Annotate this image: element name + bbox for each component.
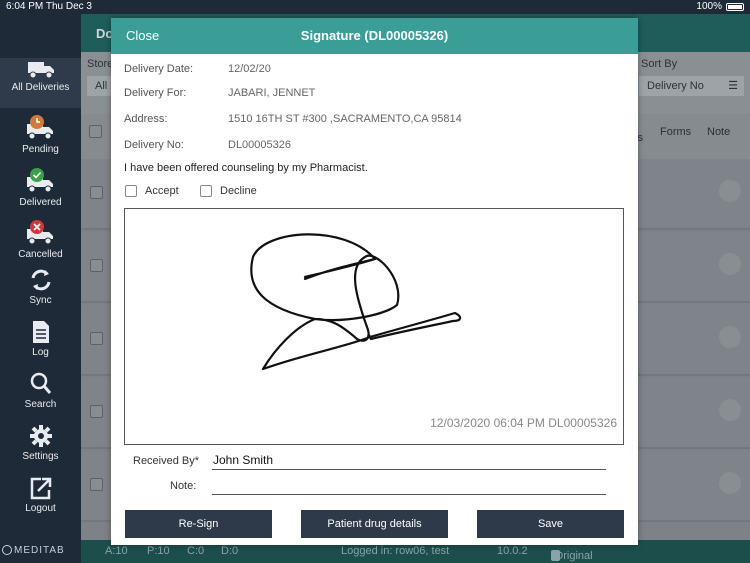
sidebar-item-settings[interactable]: Settings: [0, 423, 81, 473]
sidebar-item-cancelled[interactable]: Cancelled: [0, 219, 81, 269]
sidebar-item-log[interactable]: Log: [0, 319, 81, 369]
delivery-for-value: JABARI, JENNET: [228, 87, 316, 99]
delivery-date-value: 12/02/20: [228, 63, 271, 75]
row-checkbox[interactable]: [90, 405, 103, 418]
menu-icon: ☰: [728, 80, 738, 92]
decline-checkbox-box[interactable]: [200, 185, 212, 197]
row-action-icon: [718, 252, 742, 276]
footer-logged-in: Logged in: row06, test: [341, 545, 450, 557]
footer-count-d: D:0: [221, 545, 239, 557]
sidebar-item-label: All Deliveries: [11, 82, 70, 93]
sidebar-item-pending[interactable]: Pending: [0, 114, 81, 164]
truck-clock-icon: [26, 115, 53, 140]
decline-label: Decline: [220, 185, 257, 197]
row-checkbox[interactable]: [90, 186, 103, 199]
sidebar-item-label: Cancelled: [18, 249, 63, 260]
row-action-icon: [718, 398, 742, 422]
sort-select-value: Delivery No: [647, 80, 704, 92]
row-action-icon: [718, 325, 742, 349]
footer-count-a: A:10: [105, 545, 128, 557]
counseling-statement: I have been offered counseling by my Pha…: [124, 162, 368, 174]
signature-pad[interactable]: 12/03/2020 06:04 PM DL00005326: [124, 208, 624, 445]
sidebar: All Deliveries Pending Delivered Cancell…: [0, 14, 81, 563]
footer-count-p: P:10: [147, 545, 170, 557]
store-label: Store: [87, 58, 114, 70]
address-label: Address:: [124, 113, 168, 125]
accept-label: Accept: [145, 185, 179, 197]
close-button[interactable]: Close: [126, 28, 159, 43]
column-header-note: Note: [707, 126, 731, 138]
sidebar-item-all-deliveries[interactable]: All Deliveries: [0, 58, 81, 108]
signature-timestamp: 12/03/2020 06:04 PM DL00005326: [430, 416, 617, 430]
sync-icon: [31, 269, 50, 291]
sidebar-item-search[interactable]: Search: [0, 371, 81, 421]
sidebar-item-label: Log: [32, 347, 49, 358]
footer-version: 10.0.2: [497, 545, 528, 557]
address-value: 1510 16TH ST #300 ,SACRAMENTO,CA 95814: [228, 113, 462, 125]
document-icon: [32, 321, 49, 343]
received-by-input[interactable]: [212, 452, 606, 470]
row-action-icon: [718, 471, 742, 495]
logo-mark-icon: [2, 545, 12, 556]
status-time: 6:04 PM Thu Dec 3: [6, 1, 92, 12]
row-checkbox[interactable]: [90, 478, 103, 491]
select-all-checkbox[interactable]: [89, 125, 102, 138]
logout-icon: [30, 477, 51, 500]
sidebar-item-label: Pending: [22, 144, 59, 155]
delivery-no-value: DL00005326: [228, 139, 292, 151]
truck-cancel-icon: [26, 220, 53, 245]
row-checkbox[interactable]: [90, 332, 103, 345]
dialog-title: Signature (DL00005326): [300, 28, 449, 43]
sidebar-item-label: Sync: [29, 295, 52, 306]
sort-label: Sort By: [641, 58, 678, 70]
row-checkbox[interactable]: [90, 259, 103, 272]
delivery-no-label: Delivery No:: [124, 139, 184, 151]
truck-icon: [27, 62, 54, 79]
signature-stroke: [250, 233, 462, 371]
meditab-logo: MEDITAB: [2, 545, 65, 556]
dialog-header: Signature (DL00005326) Close: [111, 18, 638, 54]
status-bar: 6:04 PM Thu Dec 3 100%: [0, 0, 750, 14]
column-header-forms: Forms: [660, 126, 692, 138]
search-icon: [30, 372, 51, 394]
sidebar-item-label: Delivered: [19, 197, 62, 208]
save-button[interactable]: Save: [477, 510, 624, 538]
signature-dialog: Signature (DL00005326) Close Delivery Da…: [111, 18, 638, 545]
delivery-for-label: Delivery For:: [124, 87, 187, 99]
sidebar-item-label: Search: [24, 399, 57, 410]
sidebar-item-logout[interactable]: Logout: [0, 475, 81, 525]
footer-count-c: C:0: [187, 545, 205, 557]
note-label: Note:: [170, 480, 197, 492]
battery-percent: 100%: [696, 1, 722, 12]
sidebar-item-label: Settings: [22, 451, 59, 462]
delivery-date-label: Delivery Date:: [124, 63, 194, 75]
sidebar-item-sync[interactable]: Sync: [0, 267, 81, 317]
battery-icon: [726, 3, 744, 11]
sidebar-item-delivered[interactable]: Delivered: [0, 167, 81, 217]
accept-checkbox-box[interactable]: [125, 185, 137, 197]
note-input[interactable]: [212, 477, 606, 495]
patient-drug-details-button[interactable]: Patient drug details: [301, 510, 448, 538]
sort-select[interactable]: Delivery No ☰: [639, 76, 744, 96]
resign-button[interactable]: Re-Sign: [125, 510, 272, 538]
truck-check-icon: [26, 168, 53, 193]
gear-icon: [29, 425, 52, 447]
sidebar-item-label: Logout: [25, 503, 56, 514]
received-by-label: Received By*: [133, 455, 200, 467]
row-action-icon: [718, 179, 742, 203]
